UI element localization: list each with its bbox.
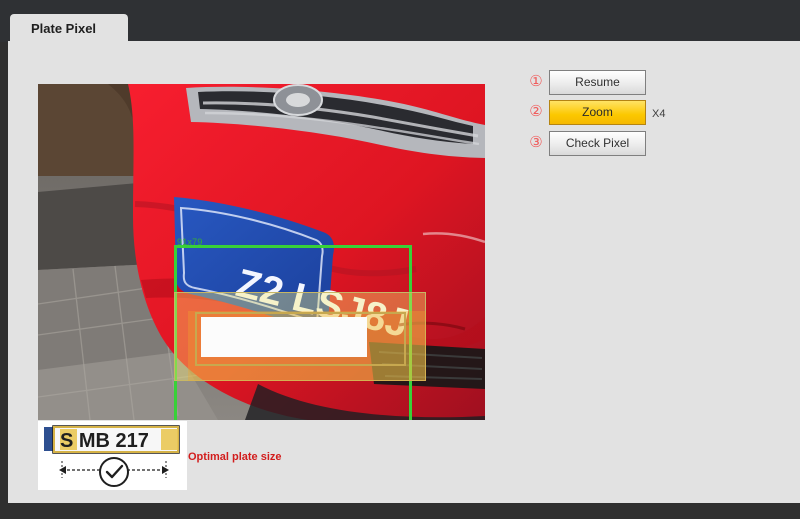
camera-preview: Z2 LSJ8J 91x79: [38, 84, 485, 420]
check-icon-circle: [99, 457, 129, 487]
resume-button[interactable]: Resume: [549, 70, 646, 95]
check-pixel-button[interactable]: Check Pixel: [549, 131, 646, 156]
tab-plate-pixel[interactable]: Plate Pixel: [10, 14, 128, 42]
zoom-level: X4: [652, 108, 666, 120]
step-1-icon: ①: [529, 73, 543, 90]
tab-plate-pixel-label: Plate Pixel: [31, 21, 97, 36]
plate-mask: [201, 317, 367, 357]
optimal-size-illustration: S MB 217: [38, 421, 187, 490]
step-2-icon: ②: [529, 103, 543, 120]
sample-plate-text: S MB 217: [60, 430, 149, 452]
letter-highlight-b: [161, 429, 178, 450]
zoom-button[interactable]: Zoom: [549, 100, 646, 125]
step-3-icon: ③: [529, 134, 543, 151]
optimal-plate-size-label: Optimal plate size: [188, 451, 282, 463]
car-badge-inner: [286, 93, 310, 107]
detection-size-label: 91x79: [177, 237, 203, 247]
optimal-size-preview: S MB 217: [38, 421, 187, 490]
